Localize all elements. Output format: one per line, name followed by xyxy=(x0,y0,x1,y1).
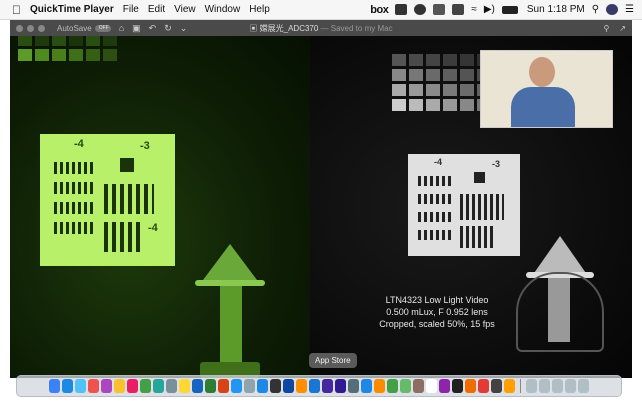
app-menu[interactable]: QuickTime Player xyxy=(30,4,114,15)
menu-bar:  QuickTime Player File Edit View Window… xyxy=(0,0,642,20)
chart-label-a: -4 xyxy=(434,157,443,167)
tv-icon[interactable] xyxy=(452,379,463,393)
caption-line-1: LTN4323 Low Light Video xyxy=(385,295,489,305)
appstore-icon[interactable] xyxy=(257,379,268,393)
autosave-label: AutoSave xyxy=(57,23,92,33)
carousel-lamp-right xyxy=(510,216,610,356)
autosave-toggle[interactable]: OFF xyxy=(94,24,111,32)
window-titlebar: AutoSave OFF ⌂ ▣ ↶ ↻ ⌄ ▣ 嫦展光_ADC370 — Sa… xyxy=(10,20,632,36)
spotlight-icon[interactable]: ⚲ xyxy=(592,4,599,15)
menu-edit[interactable]: Edit xyxy=(148,4,165,15)
share-icon[interactable]: ↗ xyxy=(619,24,626,33)
status-icon[interactable] xyxy=(414,4,427,15)
news-icon[interactable] xyxy=(478,379,489,393)
dock-separator xyxy=(520,379,521,393)
undo-icon[interactable]: ↶ xyxy=(149,23,157,34)
chevron-down-icon[interactable]: ⌄ xyxy=(180,23,188,34)
zoom-button[interactable] xyxy=(38,24,45,32)
aftereffects-icon[interactable] xyxy=(335,379,346,393)
dropbox-icon[interactable] xyxy=(395,4,408,15)
gray-patch-grid-left xyxy=(18,36,117,61)
green-video-pane: -4 -3 -4 xyxy=(10,36,310,378)
carousel-lamp-left xyxy=(180,214,280,378)
menu-file[interactable]: File xyxy=(123,4,139,15)
save-icon[interactable]: ▣ xyxy=(132,23,141,34)
illustrator-icon[interactable] xyxy=(296,379,307,393)
caption-line-2: 0.500 mLux, F 0.952 lens xyxy=(386,307,488,317)
books-icon[interactable] xyxy=(465,379,476,393)
quicktime-icon[interactable] xyxy=(348,379,359,393)
chart-label-b: -3 xyxy=(492,159,501,169)
menu-window[interactable]: Window xyxy=(205,4,241,15)
apple-icon[interactable]:  xyxy=(12,4,21,16)
home-icon[interactable] xyxy=(504,379,515,393)
screen-record-icon[interactable] xyxy=(433,4,446,15)
video-caption: LTN4323 Low Light Video 0.500 mLux, F 0.… xyxy=(312,294,562,330)
menu-view[interactable]: View xyxy=(174,4,196,15)
caption-line-3: Cropped, scaled 50%, 15 fps xyxy=(379,319,495,329)
siri-icon[interactable] xyxy=(606,4,619,15)
keynote-icon[interactable] xyxy=(361,379,372,393)
messages-icon[interactable] xyxy=(140,379,151,393)
numbers-icon[interactable] xyxy=(387,379,398,393)
screen-icon[interactable] xyxy=(552,379,563,393)
premiere-icon[interactable] xyxy=(322,379,333,393)
search-icon[interactable]: ⚲ xyxy=(603,24,609,33)
chart-label-b: -3 xyxy=(140,140,150,152)
mail-icon[interactable] xyxy=(75,379,86,393)
display-icon[interactable] xyxy=(452,4,465,15)
photoshop-icon[interactable] xyxy=(283,379,294,393)
dock-tooltip: App Store xyxy=(309,353,357,368)
dock xyxy=(16,375,622,397)
window-icon[interactable] xyxy=(565,379,576,393)
chart-label-a: -4 xyxy=(74,138,84,150)
document-icon: ▣ xyxy=(249,23,260,33)
lightroom-icon[interactable] xyxy=(309,379,320,393)
stocks-icon[interactable] xyxy=(491,379,502,393)
downloads-icon[interactable] xyxy=(539,379,550,393)
menu-help[interactable]: Help xyxy=(249,4,270,15)
redo-icon[interactable]: ↻ xyxy=(164,23,172,34)
facetime-icon[interactable] xyxy=(400,379,411,393)
preview-icon[interactable] xyxy=(244,379,255,393)
wifi-icon[interactable]: ≈ xyxy=(471,4,477,15)
resolution-chart-right: -4 -3 xyxy=(408,154,520,256)
zoom-icon[interactable] xyxy=(231,379,242,393)
trash-icon[interactable] xyxy=(578,379,589,393)
contacts-icon[interactable] xyxy=(413,379,424,393)
home-icon[interactable]: ⌂ xyxy=(119,23,124,33)
pages-icon[interactable] xyxy=(374,379,385,393)
person-body xyxy=(511,87,575,127)
notes-icon[interactable] xyxy=(114,379,125,393)
minimize-button[interactable] xyxy=(27,24,34,32)
resolution-chart-left: -4 -3 -4 xyxy=(40,134,175,266)
photos-icon[interactable] xyxy=(101,379,112,393)
battery-icon[interactable] xyxy=(501,5,518,14)
close-button[interactable] xyxy=(16,24,23,32)
powerpoint-icon[interactable] xyxy=(218,379,229,393)
folder-icon[interactable] xyxy=(526,379,537,393)
terminal-icon[interactable] xyxy=(270,379,281,393)
clock[interactable]: Sun 1:18 PM xyxy=(527,4,585,15)
calendar-icon[interactable] xyxy=(88,379,99,393)
safari-icon[interactable] xyxy=(62,379,73,393)
box-logo[interactable]: box xyxy=(370,4,389,16)
chrome-icon[interactable] xyxy=(179,379,190,393)
word-icon[interactable] xyxy=(192,379,203,393)
person-head xyxy=(529,57,555,87)
music-icon[interactable] xyxy=(127,379,138,393)
document-name: 嫦展光_ADC370 xyxy=(259,23,319,33)
volume-icon[interactable]: ▶) xyxy=(484,4,495,15)
saved-status: — Saved to my Mac xyxy=(318,23,393,33)
excel-icon[interactable] xyxy=(205,379,216,393)
webcam-overlay xyxy=(480,50,613,128)
notification-center-icon[interactable]: ☰ xyxy=(625,4,634,15)
chart-label-c: -4 xyxy=(148,222,158,234)
maps-icon[interactable] xyxy=(153,379,164,393)
settings-icon[interactable] xyxy=(166,379,177,393)
finder-icon[interactable] xyxy=(49,379,60,393)
reminders-icon[interactable] xyxy=(426,379,437,393)
gray-patch-grid-right xyxy=(392,54,491,111)
podcasts-icon[interactable] xyxy=(439,379,450,393)
